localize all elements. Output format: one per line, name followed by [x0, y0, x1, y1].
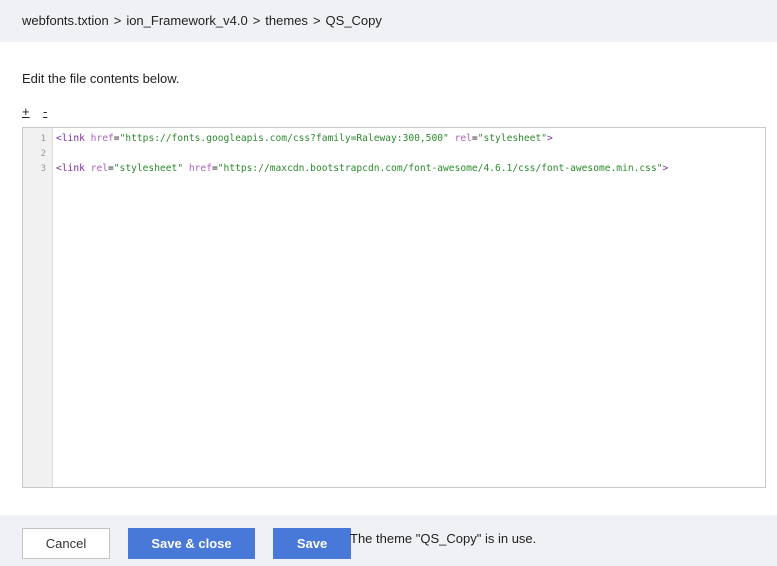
- code-attribute: rel: [90, 163, 108, 174]
- save-button[interactable]: Save: [273, 528, 351, 559]
- font-decrease-button[interactable]: -: [43, 104, 47, 119]
- breadcrumb-item-file[interactable]: webfonts.txtion: [22, 13, 109, 28]
- breadcrumb-separator: >: [312, 13, 321, 28]
- code-string: "stylesheet": [113, 163, 184, 174]
- font-increase-button[interactable]: +: [22, 104, 30, 119]
- code-line-1[interactable]: <link href="https://fonts.googleapis.com…: [56, 133, 553, 144]
- code-attribute: href: [188, 163, 212, 174]
- breadcrumb-item-framework[interactable]: ion_Framework_v4.0: [126, 13, 247, 28]
- line-number: 3: [40, 164, 46, 174]
- save-and-close-button[interactable]: Save & close: [128, 528, 255, 559]
- breadcrumb: webfonts.txtion > ion_Framework_v4.0 > theme…: [22, 13, 382, 28]
- line-number: 1: [40, 134, 46, 144]
- breadcrumb-separator: >: [113, 13, 122, 28]
- cancel-button[interactable]: Cancel: [22, 528, 110, 559]
- line-number-gutter: 1 2 3: [23, 128, 53, 487]
- instructions-text: Edit the file contents below.: [22, 71, 180, 86]
- code-string: "https://fonts.googleapis.com/css?family…: [119, 133, 449, 144]
- code-string: "stylesheet": [477, 133, 547, 144]
- code-tag-open: <link: [56, 163, 85, 174]
- code-tag-close: >: [547, 133, 553, 144]
- line-number: 2: [40, 149, 46, 159]
- breadcrumb-item-theme[interactable]: QS_Copy: [326, 13, 382, 28]
- header-bar: webfonts.txtion > ion_Framework_v4.0 > theme…: [0, 0, 777, 42]
- theme-status-text: The theme "QS_Copy" is in use.: [350, 531, 537, 546]
- breadcrumb-item-themes[interactable]: themes: [265, 13, 308, 28]
- code-tag-close: >: [662, 163, 669, 174]
- code-line-3[interactable]: <link rel="stylesheet" href="https://max…: [56, 163, 668, 174]
- code-string: "https://maxcdn.bootstrapcdn.com/font-aw…: [217, 163, 663, 174]
- code-attribute: rel: [454, 133, 472, 144]
- code-attribute: href: [90, 133, 114, 144]
- code-editor[interactable]: 1 2 3 <link href="https://fonts.googleap…: [22, 127, 766, 488]
- code-tag-open: <link: [56, 133, 85, 144]
- breadcrumb-separator: >: [252, 13, 261, 28]
